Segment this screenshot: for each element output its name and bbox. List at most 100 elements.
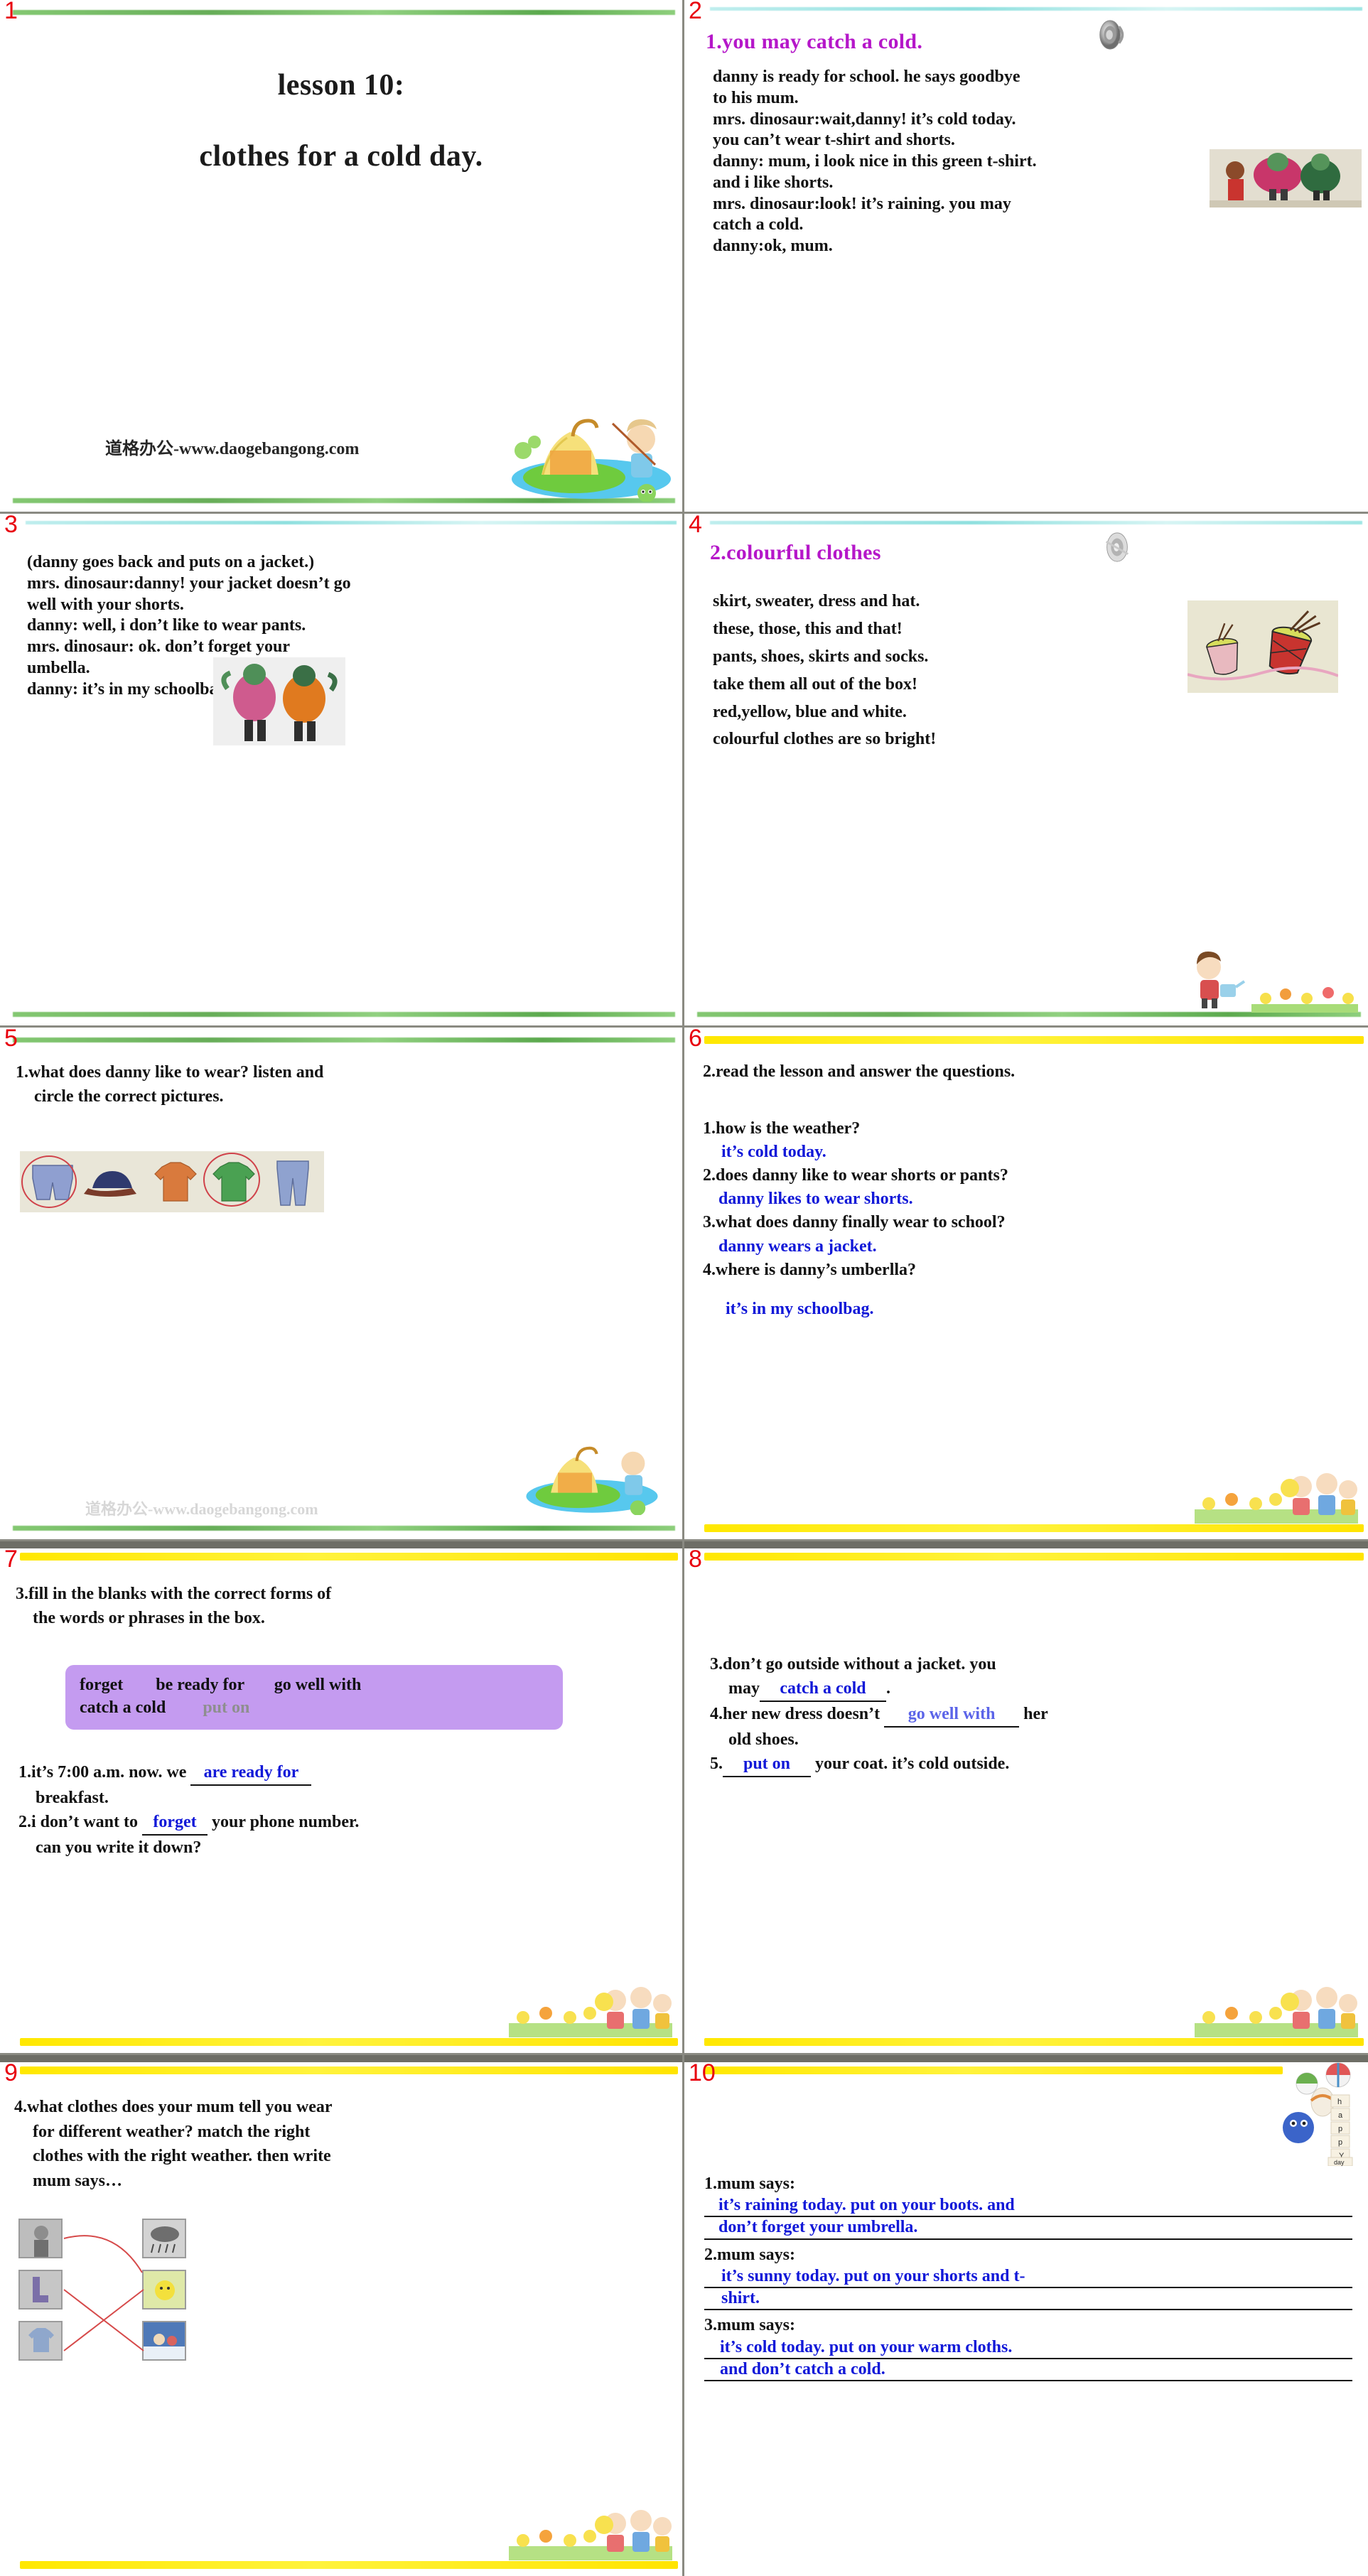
chant-line: red,yellow, blue and white. [713,702,907,721]
slide-number: 7 [4,1546,18,1573]
question-text: 1.how is the weather? [703,1119,861,1138]
page-title-line1: lesson 10: [277,69,405,102]
slide-8[interactable]: 8 3.don’t go outside without a jacket. y… [684,1541,1368,2055]
word-bank-item[interactable]: put on [203,1698,249,1717]
decor-rule-yellow-top [704,2066,1283,2074]
word-bank-item[interactable]: go well with [274,1676,362,1694]
slide-heading: 2.colourful clothes [710,541,881,564]
answer-entry: 2.mum says: it’s sunny today. put on you… [704,2244,1352,2311]
task-instruction: 2.read the lesson and answer the questio… [703,1062,1016,1081]
item-prefix: may [728,1679,760,1698]
answer-blank[interactable]: forget [142,1810,208,1836]
task-line: mum says… [33,2171,123,2190]
word-bank-item[interactable]: be ready for [156,1676,244,1694]
dialogue-line: mrs. dinosaur:danny! your jacket doesn’t… [27,573,351,593]
slide-6[interactable]: 6 2.read the lesson and answer the quest… [684,1028,1368,1541]
watermark-text: 道格办公-www.daogebangong.com [85,1500,318,1518]
decor-rule-yellow-top [704,1036,1364,1044]
slide-1[interactable]: 1 lesson 10: clothes for a cold day. 道格办… [0,0,684,514]
written-answer-line[interactable]: it’s cold today. put on your warm cloths… [704,2337,1352,2359]
dialogue-line: well with your shorts. [27,595,184,614]
fill-blank-list: 3.don’t go outside without a jacket. you… [710,1652,1358,1778]
slide-2[interactable]: 2 1.you may catch a cold. danny is ready… [684,0,1368,514]
answer-blank[interactable]: catch a cold [760,1676,886,1703]
chant-line: colourful clothes are so bright! [713,730,937,749]
decor-rule-green-bottom [697,1012,1361,1017]
slide-grid: 1 lesson 10: clothes for a cold day. 道格办… [0,0,1368,2576]
task-instruction: 4.what clothes does your mum tell you we… [14,2095,674,2193]
item-suffix: her [1023,1705,1048,1724]
answer-blank[interactable]: are ready for [190,1760,312,1787]
word-bank-item[interactable]: forget [80,1676,123,1694]
lesson-photo [213,657,345,745]
answer-blank[interactable]: go well with [884,1702,1020,1728]
speaker-icon[interactable] [1095,18,1128,51]
written-answer-line[interactable]: don’t forget your umbrella. [704,2217,1352,2240]
answer-text: danny likes to wear shorts. [718,1190,913,1209]
written-answer-line[interactable]: it’s raining today. put on your boots. a… [704,2195,1352,2218]
written-answer-line[interactable]: and don’t catch a cold. [704,2359,1352,2382]
slide-number: 8 [689,1546,702,1573]
slide-number: 4 [689,514,702,538]
slide-10[interactable]: 10 h a p p Y day 1.mum says: it’s rainin… [684,2055,1368,2576]
decor-rule-yellow-bottom [704,1524,1364,1532]
item-prefix: 5. [710,1755,723,1774]
slide-number: 1 [4,0,18,24]
slide-number: 2 [689,0,702,24]
flowers-clipart [1251,987,1358,1013]
lesson-photo [1210,149,1362,208]
svg-text:Y: Y [1339,2152,1345,2160]
slide-number: 6 [689,1028,702,1052]
task-line: 1.what does danny like to wear? listen a… [16,1063,324,1082]
chant-line: take them all out of the box! [713,674,917,694]
title-block: lesson 10: clothes for a cold day. [0,68,682,173]
page-title-line2: clothes for a cold day. [199,140,483,173]
kids-flowers-clipart [1195,1473,1358,1524]
slide-heading: 1.you may catch a cold. [706,30,923,53]
word-bank-item[interactable]: catch a cold [80,1698,166,1717]
decor-rule-green-top [13,1038,675,1042]
watermark-text: 道格办公-www.daogebangong.com [105,440,360,458]
decor-rule-aqua-top [710,521,1362,524]
chant-line: pants, shoes, skirts and socks. [713,647,929,666]
dialogue-line: mrs. dinosaur: ok. don’t forget your [27,637,290,656]
decor-rule-grey-top [684,1541,1368,1548]
slide-number: 10 [689,2059,716,2086]
chant-block: skirt, sweater, dress and hat. these, th… [713,588,1047,753]
slide-number: 3 [4,514,18,538]
kids-flowers-clipart [509,2510,672,2560]
dialogue-line: mrs. dinosaur:wait,danny! it’s cold toda… [713,109,1016,129]
item-suffix: . [886,1679,890,1698]
svg-text:a: a [1338,2111,1343,2120]
slide-4[interactable]: 4 2.colourful clothes skirt, sweater, dr… [684,514,1368,1028]
slide-5[interactable]: 5 1.what does danny like to wear? listen… [0,1028,684,1541]
answer-entry: 3.mum says: it’s cold today. put on your… [704,2314,1352,2382]
kids-flowers-clipart [1195,1987,1358,2037]
decor-rule-yellow-top [704,1553,1364,1561]
fill-blank-item: 3.don’t go outside without a jacket. you [710,1655,996,1674]
slide-9[interactable]: 9 4.what clothes does your mum tell you … [0,2055,684,2576]
item-prefix: 1.it’s 7:00 a.m. now. we [18,1763,187,1782]
written-answer-line[interactable]: it’s sunny today. put on your shorts and… [704,2266,1352,2289]
girl-watering-clipart [1197,952,1246,1008]
decor-rule-yellow-bottom [704,2038,1364,2046]
item-suffix: your phone number. [212,1813,360,1832]
written-answer-line[interactable]: shirt. [704,2288,1352,2311]
speaker-icon[interactable] [1101,531,1133,564]
word-bank-box[interactable]: forget be ready for go well with catch a… [65,1665,563,1730]
word-bank-row: catch a cold put on [80,1696,550,1719]
chant-line: these, those, this and that! [713,619,903,638]
decor-rule-grey-top [0,2055,682,2062]
task-line: the words or phrases in the box. [33,1608,265,1627]
decor-rule-yellow-bottom [20,2038,678,2046]
kids-flowers-clipart [509,1987,672,2037]
dialogue-line: danny:ok, mum. [713,237,833,255]
slide-7[interactable]: 7 3.fill in the blanks with the correct … [0,1541,684,2055]
answer-blank[interactable]: put on [723,1752,811,1778]
decor-rule-green-bottom [13,498,675,503]
fishing-boy-clipart [526,1446,658,1515]
drums-photo [1187,600,1338,693]
slide-3[interactable]: 3 (danny goes back and puts on a jacket.… [0,514,684,1028]
fill-blank-item: 5. put on your coat. it’s cold outside. [710,1752,1358,1778]
decor-rule-grey-top [0,1541,682,1548]
